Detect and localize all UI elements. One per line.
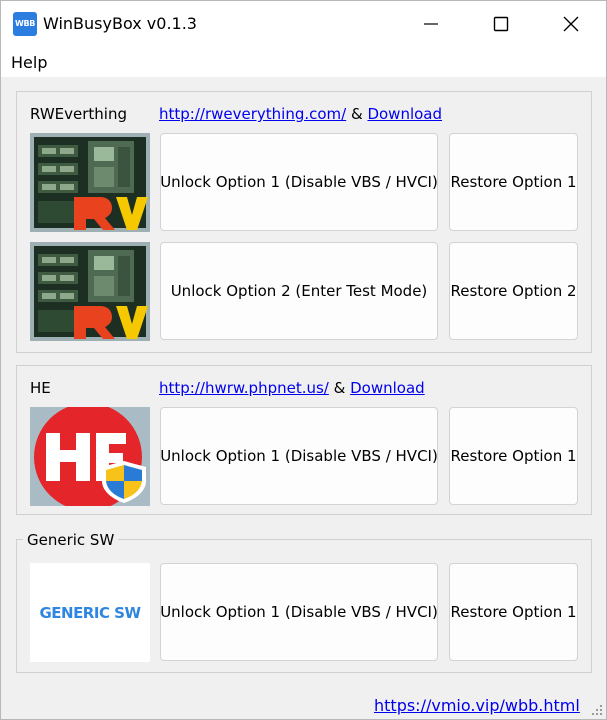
menu-item-help[interactable]: Help bbox=[11, 53, 47, 73]
group-rweverything: RWEverthing http://rweverything.com/ & D… bbox=[16, 91, 592, 353]
close-icon bbox=[563, 16, 579, 32]
minimize-icon bbox=[424, 23, 438, 25]
close-button[interactable] bbox=[536, 1, 606, 47]
homepage-link[interactable]: http://rweverything.com/ bbox=[159, 105, 346, 123]
restore-option-1-button[interactable]: Restore Option 1 bbox=[449, 133, 578, 231]
maximize-icon bbox=[493, 16, 509, 32]
title-bar[interactable]: WBB WinBusyBox v0.1.3 bbox=[1, 1, 606, 47]
homepage-link[interactable]: http://hwrw.phpnet.us/ bbox=[159, 379, 329, 397]
download-link[interactable]: Download bbox=[350, 379, 425, 397]
group-label: RWEverthing bbox=[30, 104, 127, 124]
menu-bar: Help bbox=[1, 47, 606, 77]
minimize-button[interactable] bbox=[396, 1, 466, 47]
unlock-option-2-button[interactable]: Unlock Option 2 (Enter Test Mode) bbox=[160, 242, 438, 340]
restore-option-1-button[interactable]: Restore Option 1 bbox=[449, 563, 578, 661]
rw-chip-logo-icon bbox=[30, 133, 150, 232]
maximize-button[interactable] bbox=[466, 1, 536, 47]
group-label: HE bbox=[30, 378, 51, 398]
website-link[interactable]: https://vmio.vip/wbb.html bbox=[374, 695, 580, 717]
group-label: Generic SW bbox=[23, 530, 119, 550]
group-links: http://hwrw.phpnet.us/ & Download bbox=[159, 378, 425, 398]
generic-sw-logo-text: GENERIC SW bbox=[39, 603, 141, 622]
download-link[interactable]: Download bbox=[367, 105, 442, 123]
unlock-option-1-button[interactable]: Unlock Option 1 (Disable VBS / HVCI) bbox=[160, 563, 438, 661]
group-he: HE http://hwrw.phpnet.us/ & Download Unl… bbox=[16, 365, 592, 515]
unlock-option-1-button[interactable]: Unlock Option 1 (Disable VBS / HVCI) bbox=[160, 407, 438, 505]
window-title: WinBusyBox v0.1.3 bbox=[43, 14, 197, 33]
unlock-option-1-button[interactable]: Unlock Option 1 (Disable VBS / HVCI) bbox=[160, 133, 438, 231]
he-logo-icon bbox=[30, 407, 150, 506]
app-logo-icon: WBB bbox=[13, 12, 37, 36]
generic-sw-logo: GENERIC SW bbox=[30, 563, 150, 662]
restore-option-1-button[interactable]: Restore Option 1 bbox=[449, 407, 578, 505]
app-window: WBB WinBusyBox v0.1.3 Help RWEverthing h… bbox=[0, 0, 607, 720]
resize-grip-icon[interactable] bbox=[591, 704, 603, 716]
group-links: http://rweverything.com/ & Download bbox=[159, 104, 442, 124]
link-separator: & bbox=[346, 105, 368, 123]
link-separator: & bbox=[328, 379, 351, 397]
group-generic-sw: Generic SW GENERIC SW Unlock Option 1 (D… bbox=[16, 530, 592, 673]
rw-chip-logo-icon bbox=[30, 242, 150, 341]
restore-option-2-button[interactable]: Restore Option 2 bbox=[449, 242, 578, 340]
